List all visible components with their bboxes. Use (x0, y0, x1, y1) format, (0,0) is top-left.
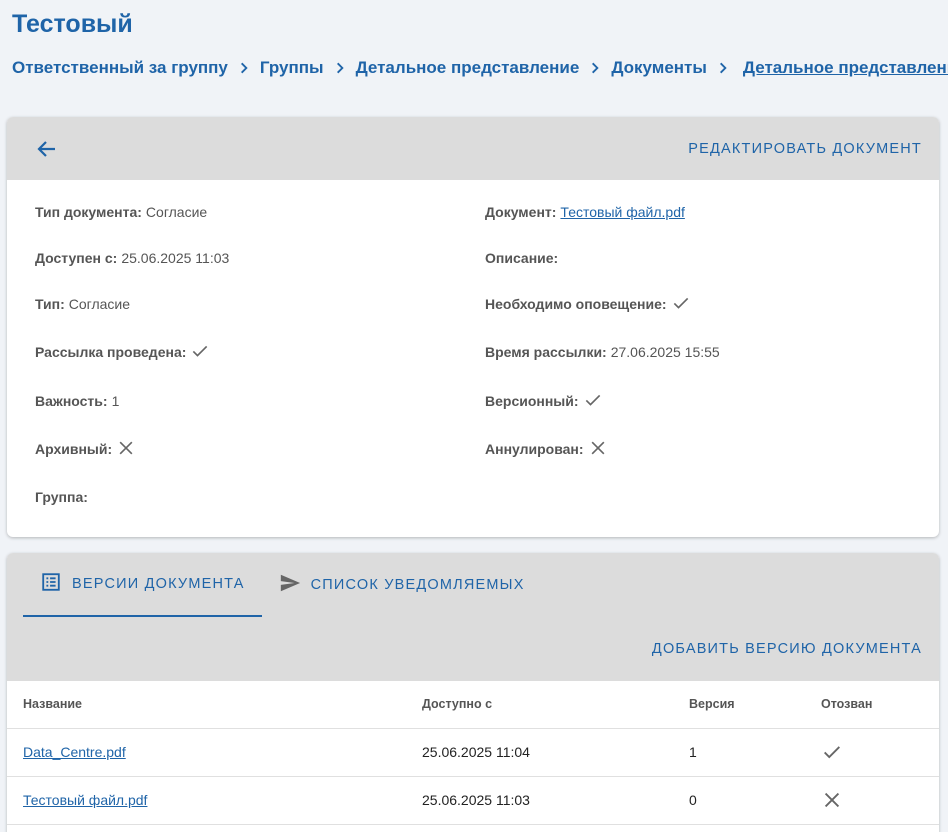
field-group: Группа: (35, 489, 88, 505)
tab-document-versions[interactable]: Версии документа (23, 553, 262, 617)
add-version-button[interactable]: Добавить версию документа (652, 641, 922, 657)
version-available: 25.06.2025 11:04 (422, 728, 689, 777)
field-available-from-value: 25.06.2025 11:03 (121, 250, 230, 266)
field-mailing-time: Время рассылки: 27.06.2025 15:55 (485, 344, 720, 360)
check-icon (671, 293, 691, 316)
field-mailing-time-value: 27.06.2025 15:55 (610, 344, 720, 360)
breadcrumb-item-responsible[interactable]: Ответственный за группу (12, 58, 228, 78)
version-file-link[interactable]: Тестовый файл.pdf (23, 792, 147, 808)
versions-action-bar: Добавить версию документа (7, 617, 939, 681)
version-number: 0 (689, 776, 821, 825)
field-type: Тип: Согласие (35, 296, 131, 312)
close-icon (821, 789, 939, 811)
table-row: Тестовый файл.pdf 25.06.2025 11:03 0 (7, 776, 939, 825)
check-icon (190, 341, 210, 364)
tabs-bar: Версии документа Список уведомляемых (7, 553, 939, 617)
column-header-version[interactable]: Версия (689, 681, 821, 729)
chevron-right-icon (324, 61, 356, 75)
chevron-right-icon (228, 61, 260, 75)
field-cancelled: Аннулирован: (485, 439, 608, 459)
field-importance-value: 1 (111, 393, 120, 409)
breadcrumb: Ответственный за группу Группы Детальное… (12, 58, 948, 78)
version-number: 1 (689, 728, 821, 777)
column-header-name[interactable]: Название (7, 681, 422, 729)
back-arrow-icon[interactable] (35, 137, 59, 161)
edit-document-button[interactable]: Редактировать документ (688, 141, 922, 157)
chevron-right-icon (707, 61, 739, 75)
versions-table: Название Доступно с Версия Отозван Data_… (7, 681, 939, 825)
check-icon (583, 390, 603, 413)
close-icon (116, 438, 136, 461)
chevron-right-icon (579, 61, 611, 75)
versions-card: Версии документа Список уведомляемых Доб… (7, 553, 939, 832)
column-header-available[interactable]: Доступно с (422, 681, 689, 729)
page-title: Тестовый (12, 10, 133, 38)
field-archived: Архивный: (35, 439, 136, 459)
field-doc-type: Тип документа: Согласие (35, 204, 208, 220)
send-icon (279, 572, 311, 598)
field-type-value: Согласие (68, 296, 131, 312)
version-available: 25.06.2025 11:03 (422, 776, 689, 825)
document-properties: Тип документа: Согласие Доступен с: 25.0… (7, 180, 939, 537)
breadcrumb-item-groups[interactable]: Группы (260, 58, 324, 78)
breadcrumb-item-document-detail: Детальное представление (742, 58, 948, 77)
field-notify-required: Необходимо оповещение: (485, 294, 691, 314)
breadcrumb-item-documents[interactable]: Документы (611, 58, 707, 78)
document-card-header: Редактировать документ (7, 117, 939, 180)
breadcrumb-item-group-detail[interactable]: Детальное представление (356, 58, 580, 78)
field-importance: Важность: 1 (35, 393, 120, 409)
field-description: Описание: (485, 250, 559, 266)
tab-notification-list[interactable]: Список уведомляемых (262, 553, 542, 617)
table-header-row: Название Доступно с Версия Отозван (7, 681, 939, 729)
field-mailing-done: Рассылка проведена: (35, 342, 210, 362)
field-available-from: Доступен с: 25.06.2025 11:03 (35, 250, 230, 266)
list-icon (40, 571, 72, 597)
close-icon (588, 438, 608, 461)
check-icon (821, 741, 939, 763)
table-row: Data_Centre.pdf 25.06.2025 11:04 1 (7, 728, 939, 777)
column-header-revoked[interactable]: Отозван (821, 681, 939, 729)
document-details-card: Редактировать документ Тип документа: Со… (7, 117, 939, 537)
version-file-link[interactable]: Data_Centre.pdf (23, 744, 126, 760)
field-doc-type-value: Согласие (145, 204, 208, 220)
field-versioned: Версионный: (485, 391, 603, 411)
field-document: Документ: Тестовый файл.pdf (485, 204, 685, 220)
document-file-link[interactable]: Тестовый файл.pdf (560, 204, 684, 220)
